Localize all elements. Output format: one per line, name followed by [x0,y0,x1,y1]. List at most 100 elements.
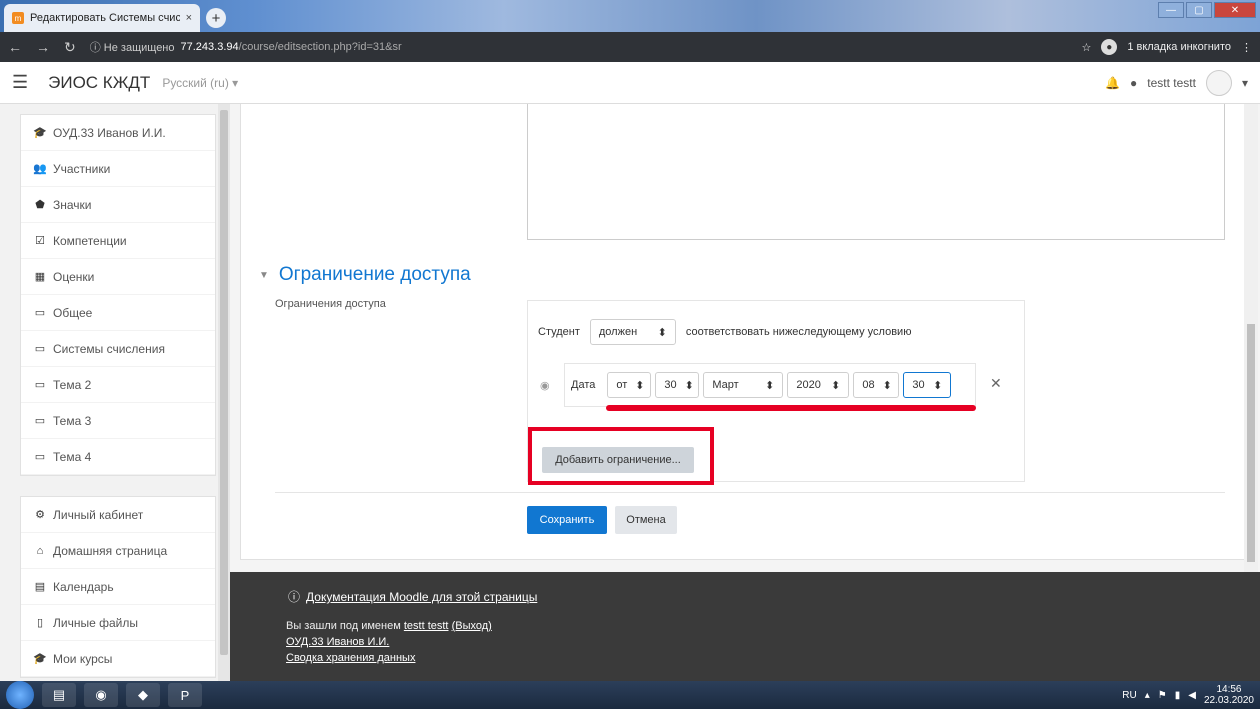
year-select[interactable]: 2020 ⬍ [787,372,850,398]
start-button[interactable] [6,681,34,709]
logout-link[interactable]: (Выход) [452,620,492,632]
sidebar-item-label: Домашняя страница [53,543,168,558]
sidebar-item-dashboard[interactable]: ⚙ Личный кабинет [21,497,215,533]
input-language[interactable]: RU [1122,690,1136,701]
sidebar-item-label: Оценки [53,269,95,284]
data-retention-link[interactable]: Сводка хранения данных [286,652,415,664]
tray-arrow-icon[interactable]: ▴ [1145,690,1150,701]
tab-title: Редактировать Системы счисле [30,12,180,24]
network-icon[interactable]: ▮ [1175,690,1181,701]
powerpoint-taskbar-icon[interactable]: P [168,683,202,707]
minute-select[interactable]: 30 ⬍ [903,372,952,398]
bookmark-star-icon[interactable]: ☆ [1081,41,1091,54]
sidebar-item-participants[interactable]: 👥 Участники [21,151,215,187]
sidebar-item-grades[interactable]: ▦ Оценки [21,259,215,295]
sidebar-item-badges[interactable]: ⬟ Значки [21,187,215,223]
explorer-taskbar-icon[interactable]: ▤ [42,683,76,707]
sidebar-item-calendar[interactable]: ▤ Календарь [21,569,215,605]
dashboard-icon: ⚙ [35,509,45,521]
sidebar-item-topic-4[interactable]: ▭ Тема 4 [21,439,215,475]
site-nav-group: ⚙ Личный кабинет ⌂ Домашняя страница ▤ Кале… [20,496,216,678]
sidebar-item-label: ОУД.33 Иванов И.И. [53,125,166,140]
browser-tabstrip: m Редактировать Системы счисле × + — ▢ ✕ [0,0,1260,32]
address-bar: ← → ↻ ⓘ Не защищено 77.243.3.94/course/e… [0,32,1260,62]
volume-icon[interactable]: ◀ [1188,690,1196,701]
summary-textarea[interactable] [527,104,1225,240]
sidebar-item-topic-2[interactable]: ▭ Тема 2 [21,367,215,403]
red-underline-annotation [606,405,976,411]
window-controls: — ▢ ✕ [1158,2,1256,18]
cancel-button[interactable]: Отмена [615,506,677,534]
user-name[interactable]: testt testt [1147,76,1196,90]
save-button[interactable]: Сохранить [527,506,607,534]
hamburger-menu-icon[interactable]: ☰ [12,72,28,93]
must-select[interactable]: должен ⬍ [589,319,676,345]
sidebar-item-number-systems[interactable]: ▭ Системы счисления [21,331,215,367]
user-menu-caret-icon[interactable]: ▾ [1242,76,1248,90]
avatar[interactable] [1205,69,1232,96]
tab-close-icon[interactable]: × [186,12,192,24]
drawer-scrollbar[interactable] [218,104,230,681]
delete-condition-icon[interactable]: ✕ [990,375,1002,392]
date-direction-select[interactable]: от ⬍ [607,372,652,398]
drawer-scrollbar-thumb[interactable] [220,110,228,655]
page-scrollbar-thumb[interactable] [1247,324,1255,562]
notifications-bell-icon[interactable]: 🔔 [1105,76,1120,90]
year-value: 2020 [796,379,821,391]
sidebar-item-my-courses[interactable]: 🎓 Мои курсы [21,641,215,677]
chrome-taskbar-icon[interactable]: ◉ [84,683,118,707]
month-value: Март [712,379,739,391]
select-arrow-icon: ⬍ [882,379,892,392]
select-arrow-icon: ⬍ [684,379,694,392]
url-path: /course/editsection.php?id=31&sr [238,41,402,53]
browser-menu-icon[interactable]: ⋮ [1241,41,1252,54]
page-scrollbar[interactable] [1244,104,1258,572]
folder-icon: ▭ [34,307,46,319]
sidebar-item-private-files[interactable]: ▯ Личные файлы [21,605,215,641]
clock[interactable]: 14:56 22.03.2020 [1204,684,1254,706]
minimize-button[interactable]: — [1158,2,1184,18]
security-indicator[interactable]: ⓘ Не защищено [90,39,175,55]
browser-tab[interactable]: m Редактировать Системы счисле × [4,4,200,32]
student-label: Студент [538,326,580,338]
window-close-button[interactable]: ✕ [1214,2,1256,18]
flag-icon[interactable]: ⚑ [1158,690,1167,701]
logged-in-user-link[interactable]: testt testt [404,620,449,632]
must-select-value: должен [598,326,638,338]
home-icon: ⌂ [36,544,44,557]
course-link[interactable]: ОУД.33 Иванов И.И. [286,636,389,648]
sidebar-item-course[interactable]: 🎓 ОУД.33 Иванов И.И. [21,115,215,151]
date-label: Дата [571,379,596,391]
app-taskbar-icon[interactable]: ◆ [126,683,160,707]
hour-select[interactable]: 08 ⬍ [853,372,900,398]
section-heading[interactable]: ▼ Ограничение доступа [259,264,471,286]
month-select[interactable]: Март ⬍ [703,372,784,398]
sidebar-item-topic-3[interactable]: ▭ Тема 3 [21,403,215,439]
messages-icon[interactable]: ● [1130,76,1137,90]
sidebar-item-label: Общее [53,305,93,320]
moodle-docs-link[interactable]: ⓘ Документация Moodle для этой страницы [288,588,537,605]
new-tab-button[interactable]: + [206,8,226,28]
sidebar-item-competencies[interactable]: ☑ Компетенции [21,223,215,259]
maximize-button[interactable]: ▢ [1186,2,1212,18]
url-field[interactable]: 77.243.3.94/course/editsection.php?id=31… [181,41,402,53]
shield-icon: ⬟ [35,199,45,211]
date-direction-value: от [616,379,628,391]
sidebar-item-home[interactable]: ⌂ Домашняя страница [21,533,215,569]
day-select[interactable]: 30 ⬍ [655,372,700,398]
incognito-icon[interactable]: ● [1101,39,1118,55]
system-tray: RU ▴ ⚑ ▮ ◀ 14:56 22.03.2020 [1122,684,1254,706]
sidebar-item-general[interactable]: ▭ Общее [21,295,215,331]
form-divider [275,492,1225,493]
incognito-label[interactable]: 1 вкладка инкогнито [1127,41,1231,53]
back-arrow-icon[interactable]: ← [8,39,22,56]
add-restriction-button[interactable]: Добавить ограничение... [542,447,694,473]
users-icon: 👥 [33,163,47,175]
reload-icon[interactable]: ↻ [64,39,76,56]
language-menu[interactable]: Русский (ru) ▾ [162,76,238,90]
eye-icon[interactable]: ◉ [540,379,550,392]
site-brand[interactable]: ЭИОС КЖДТ [48,73,150,93]
forward-arrow-icon[interactable]: → [36,39,50,56]
collapse-caret-icon[interactable]: ▼ [259,270,269,281]
restriction-header-row: Студент должен ⬍ соответствовать нижеслед… [538,319,911,345]
